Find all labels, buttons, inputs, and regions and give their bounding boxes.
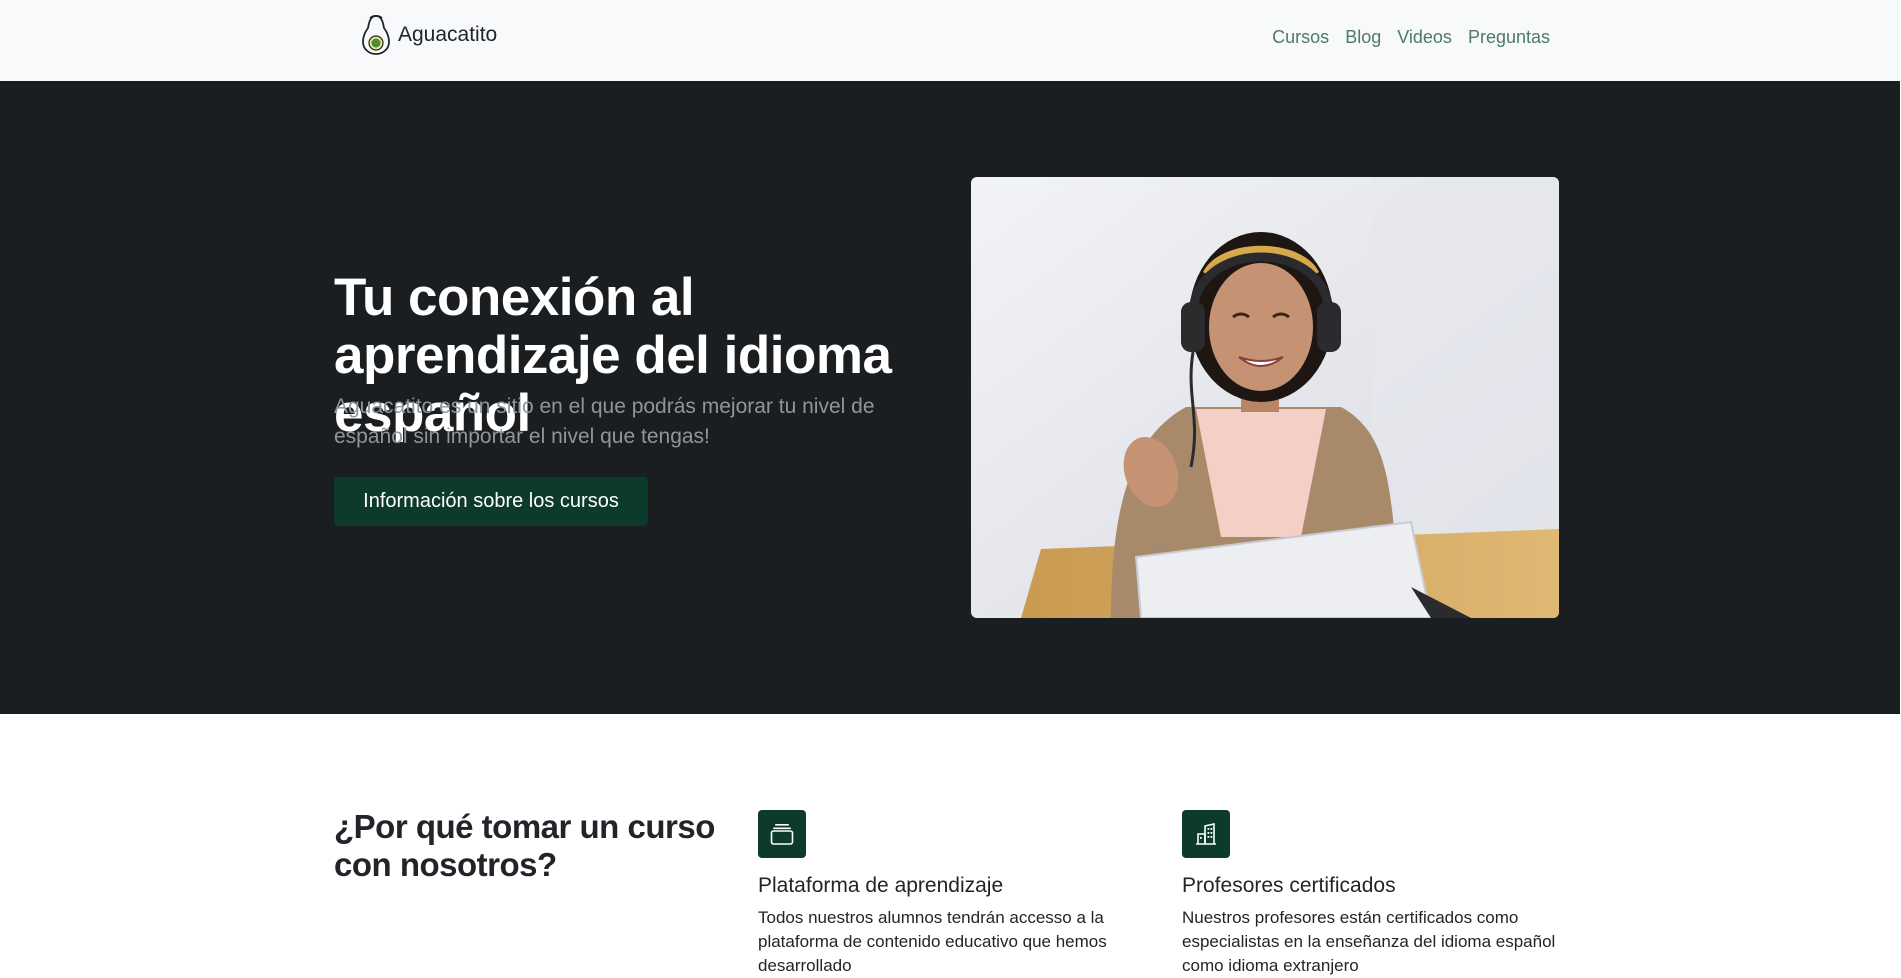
brand-name: Aguacatito bbox=[398, 23, 498, 46]
svg-text:LG: LG bbox=[1151, 545, 1163, 555]
feature-teachers: Profesores certificados Nuestros profeso… bbox=[1182, 810, 1562, 978]
features-title: ¿Por qué tomar un curso con nosotros? bbox=[334, 808, 715, 883]
nav-link-blog[interactable]: Blog bbox=[1345, 27, 1381, 48]
nav-link-videos[interactable]: Videos bbox=[1397, 27, 1452, 48]
feature-teachers-text: Nuestros profesores están certificados c… bbox=[1182, 908, 1556, 975]
building-icon bbox=[1182, 810, 1230, 858]
person-with-headphones-photo: LG bbox=[971, 177, 1559, 618]
avocado-logo-icon bbox=[362, 15, 390, 55]
hero-image: LG bbox=[971, 177, 1559, 618]
nav-link-cursos[interactable]: Cursos bbox=[1272, 27, 1329, 48]
nav-links: Cursos Blog Videos Preguntas bbox=[1272, 27, 1550, 48]
brand-link[interactable]: Aguacatito bbox=[360, 14, 497, 56]
feature-platform-text: Todos nuestros alumnos tendrán accesso a… bbox=[758, 908, 1107, 975]
nav-link-preguntas[interactable]: Preguntas bbox=[1468, 27, 1550, 48]
hero-lead: Aguacatito es un sitio en el que podrás … bbox=[334, 395, 875, 448]
hero-section: Tu conexión al aprendizaje del idioma es… bbox=[0, 81, 1900, 714]
course-info-button[interactable]: Información sobre los cursos bbox=[334, 477, 648, 526]
top-navbar: Aguacatito Cursos Blog Videos Preguntas bbox=[0, 0, 1900, 81]
feature-platform: Plataforma de aprendizaje Todos nuestros… bbox=[758, 810, 1138, 978]
feature-teachers-title: Profesores certificados bbox=[1182, 874, 1396, 897]
feature-platform-title: Plataforma de aprendizaje bbox=[758, 874, 1004, 897]
collection-icon bbox=[758, 810, 806, 858]
